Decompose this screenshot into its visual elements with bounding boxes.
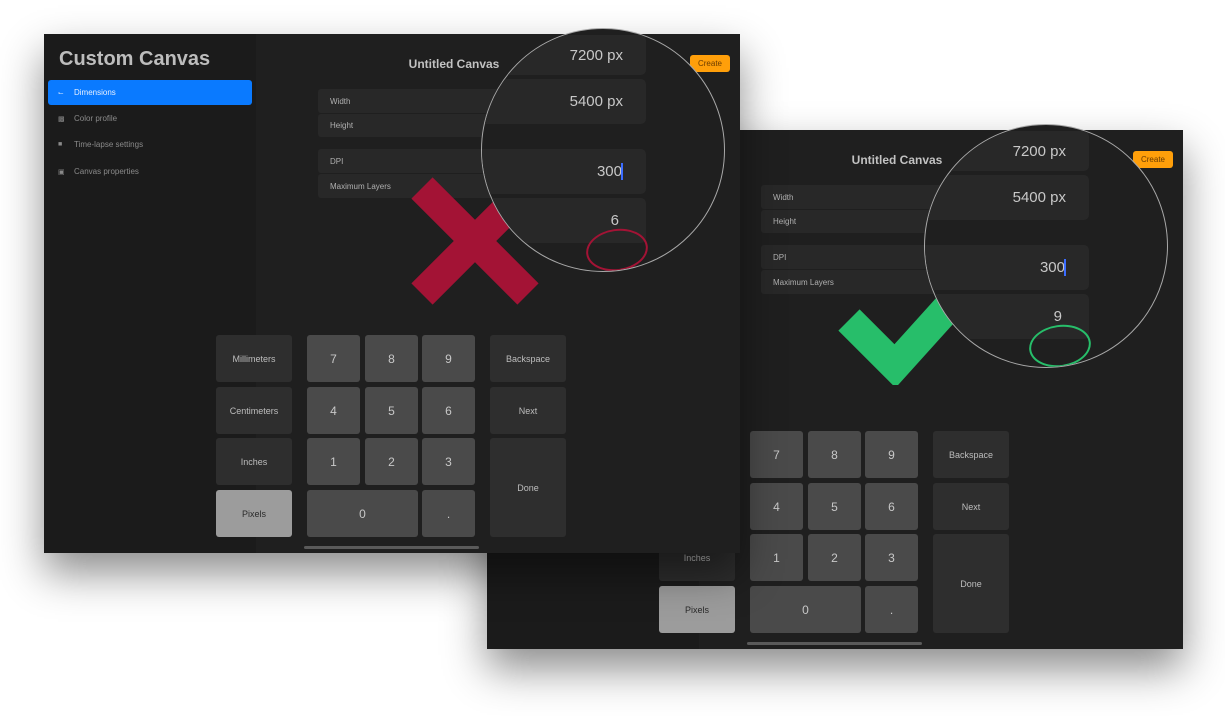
dpi-value-field[interactable]: 300 [482,149,646,194]
height-value[interactable]: 5400 px [925,175,1089,220]
digit-key[interactable]: 6 [865,483,918,530]
digit-key[interactable]: 7 [750,431,803,478]
digit-key[interactable]: 4 [307,387,360,434]
magnifier-lens: 7200 px 5400 px 300 6 [481,28,725,272]
next-key[interactable]: Next [490,387,566,434]
field-label: Width [330,96,351,106]
ipad-screen-incorrect: Custom Canvas ⌙ Dimensions ▩ Color profi… [44,28,740,553]
digit-key[interactable]: 5 [808,483,861,530]
digit-key[interactable]: 2 [808,534,861,581]
digit-key[interactable]: 7 [307,335,360,382]
field-label: Height [773,217,797,226]
digit-key[interactable]: . [422,490,475,537]
height-value[interactable]: 5400 px [482,79,646,124]
digit-key[interactable]: 0 [307,490,418,537]
width-value[interactable]: 7200 px [482,35,646,75]
sidebar-item-label: Color profile [74,114,118,123]
video-camera-icon: ■ [58,141,63,148]
sidebar-item-dimensions[interactable]: ⌙ Dimensions [48,80,252,105]
digit-key[interactable]: 3 [422,438,475,485]
unit-key-pixels[interactable]: Pixels [216,490,292,537]
field-label: Height [330,121,354,130]
home-indicator[interactable] [747,642,922,645]
digit-key[interactable]: 8 [808,431,861,478]
digit-key[interactable]: . [865,586,918,633]
create-button[interactable]: Create [1133,151,1173,168]
dpi-value: 300 [596,163,622,180]
field-label: Width [773,192,794,202]
digit-key[interactable]: 4 [750,483,803,530]
field-label: Maximum Layers [330,181,391,191]
sidebar-item-canvas-properties[interactable]: ▣ Canvas properties [48,159,252,184]
digit-key[interactable]: 2 [365,438,418,485]
width-value[interactable]: 7200 px [925,131,1089,171]
digit-key[interactable]: 8 [365,335,418,382]
unit-key-pixels[interactable]: Pixels [659,586,735,633]
text-cursor [621,163,623,180]
create-button[interactable]: Create [690,55,730,72]
done-key[interactable]: Done [933,534,1009,633]
digit-key[interactable]: 5 [365,387,418,434]
sidebar-item-label: Dimensions [74,88,116,97]
unit-key-inches[interactable]: Inches [216,438,292,485]
app-title: Custom Canvas [59,48,211,70]
backspace-key[interactable]: Backspace [490,335,566,382]
home-indicator[interactable] [304,546,479,549]
field-label: Maximum Layers [773,277,834,287]
unit-key-millimeters[interactable]: Millimeters [216,335,292,382]
text-cursor [1064,259,1066,276]
digit-key[interactable]: 3 [865,534,918,581]
dpi-value: 300 [1039,259,1065,276]
field-label: DPI [773,252,787,262]
digit-key[interactable]: 9 [865,431,918,478]
done-key[interactable]: Done [490,438,566,537]
sidebar-item-label: Time-lapse settings [74,140,144,149]
sidebar-item-color-profile[interactable]: ▩ Color profile [48,106,252,131]
field-label: DPI [330,156,344,166]
digit-key[interactable]: 9 [422,335,475,382]
color-profile-icon: ▩ [58,115,65,123]
digit-key[interactable]: 6 [422,387,475,434]
canvas-properties-icon: ▣ [58,168,65,176]
digit-key[interactable]: 0 [750,586,861,633]
digit-key[interactable]: 1 [750,534,803,581]
next-key[interactable]: Next [933,483,1009,530]
backspace-key[interactable]: Backspace [933,431,1009,478]
dimensions-icon: ⌙ [58,89,64,97]
sidebar-item-label: Canvas properties [74,167,139,176]
dpi-value-field[interactable]: 300 [925,245,1089,290]
magnifier-lens: 7200 px 5400 px 300 9 [924,124,1168,368]
sidebar-item-time-lapse-settings[interactable]: ■ Time-lapse settings [48,132,252,157]
digit-key[interactable]: 1 [307,438,360,485]
unit-key-centimeters[interactable]: Centimeters [216,387,292,434]
